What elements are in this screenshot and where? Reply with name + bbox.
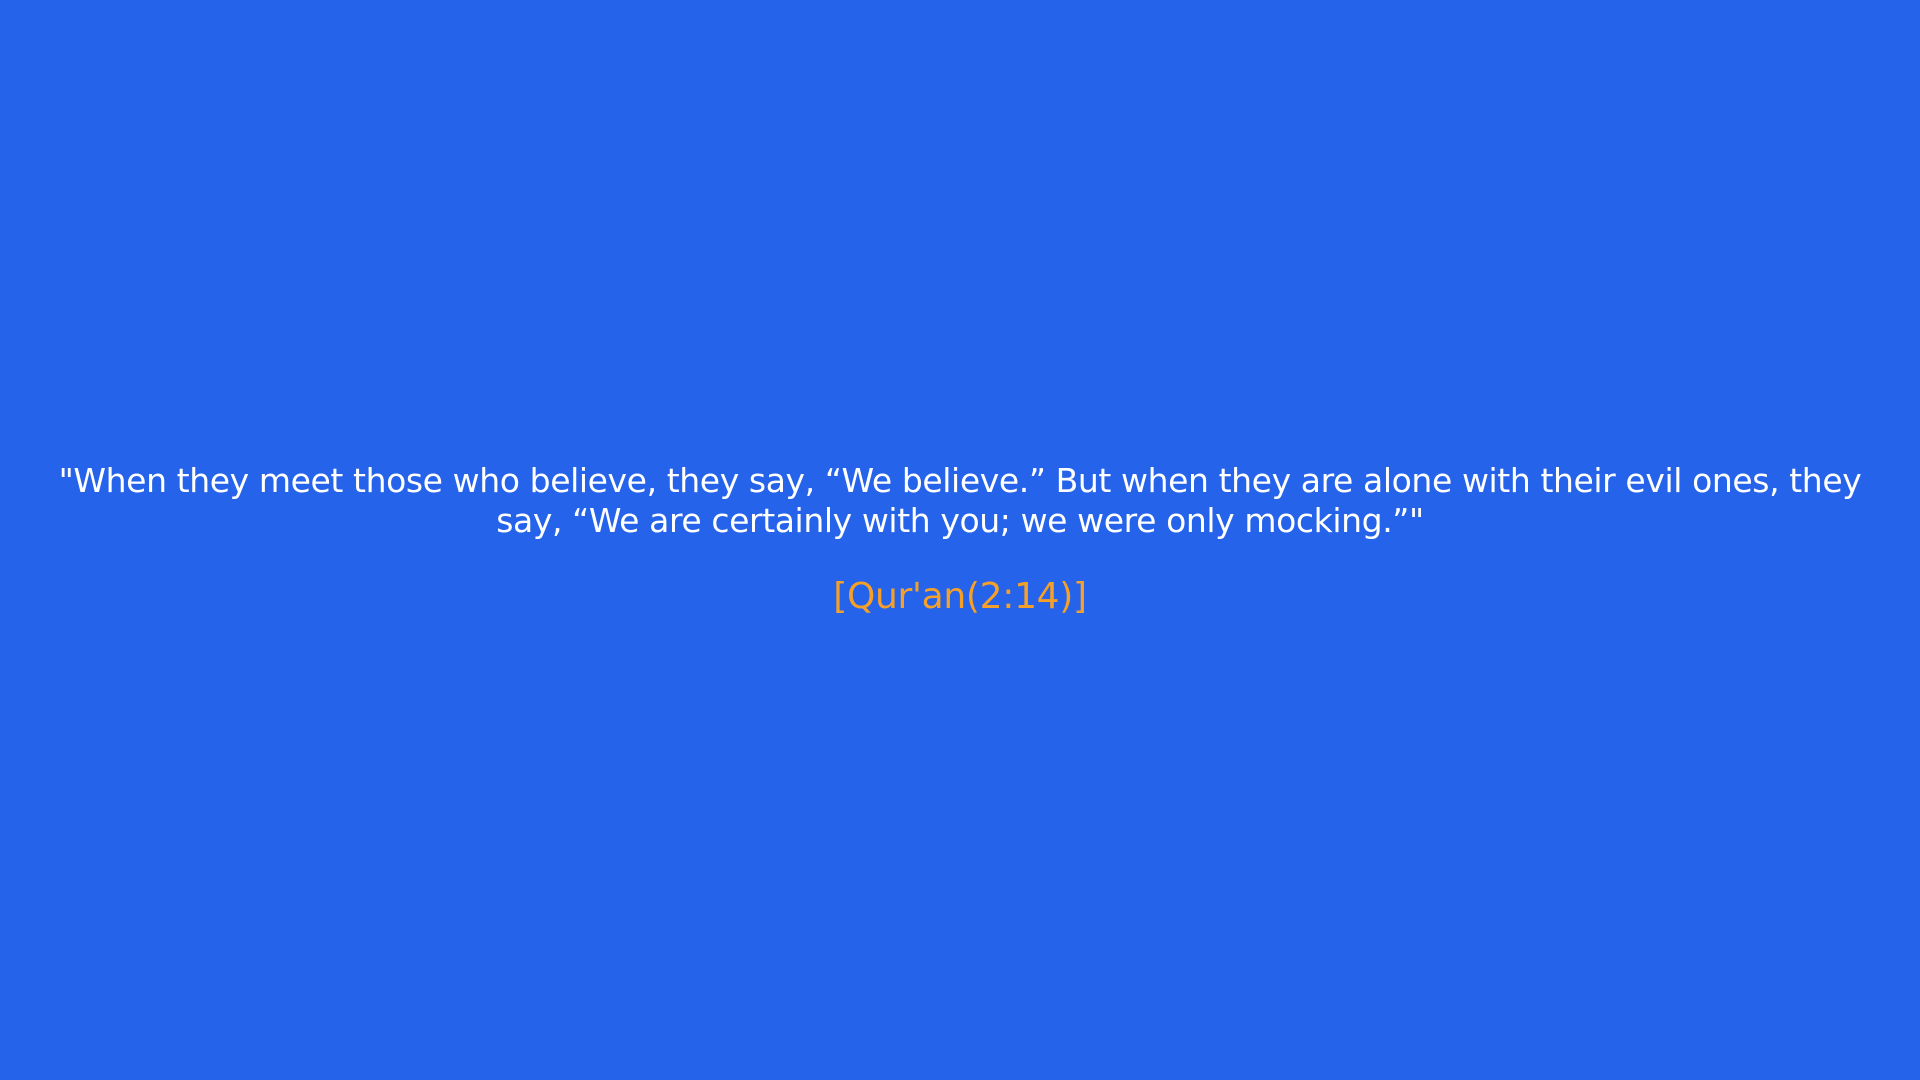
quote-card: "When they meet those who believe, they …: [0, 0, 1920, 1080]
quote-reference: [Qur'an(2:14)]: [833, 576, 1087, 617]
quote-text: "When they meet those who believe, they …: [58, 461, 1862, 540]
